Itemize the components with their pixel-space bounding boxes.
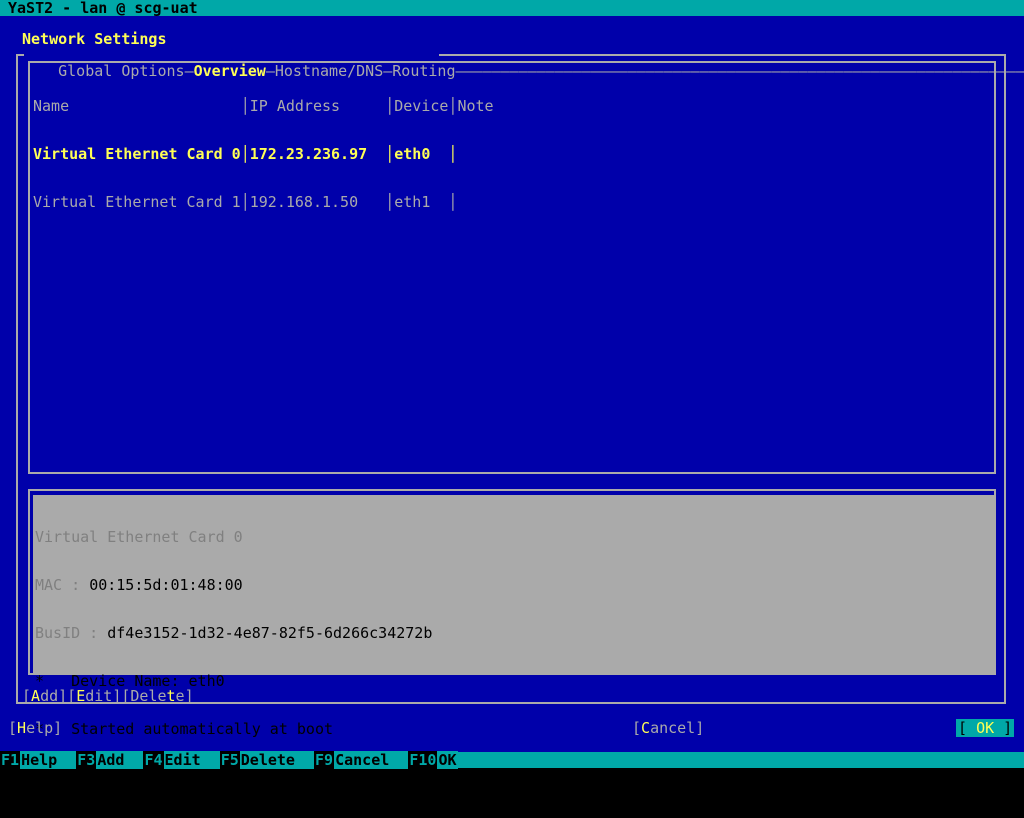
ok-button[interactable]: [ OK ] (956, 719, 1014, 737)
detail-bullet-line: * IP address: 172.23.236.97/20 (35, 769, 432, 785)
bullet-icon: * (35, 768, 44, 786)
help-button-open: [ (8, 719, 17, 737)
fkey-badge-f9[interactable]: F9 (314, 751, 334, 769)
cancel-button-open: [ (632, 719, 641, 737)
add-button[interactable]: [Add] (22, 687, 67, 705)
window-titlebar: YaST2 - lan @ scg-uat (0, 0, 1024, 16)
frame-notch (24, 47, 439, 61)
detail-mac-spacer (80, 576, 89, 594)
interfaces-table[interactable]: Name │IP Address │Device│Note Virtual Et… (28, 61, 996, 474)
fkey-gap (296, 751, 314, 769)
detail-mac-label: MAC : (35, 576, 80, 594)
fkey-gap (58, 751, 76, 769)
delete-button-hotkey: t (167, 687, 176, 705)
fkey-label-edit[interactable]: Edit (164, 751, 202, 769)
detail-busid-spacer (98, 624, 107, 642)
delete-button-label-post: e (176, 687, 185, 705)
detail-bullet-line: * Started automatically at boot (35, 721, 432, 737)
fkey-gap (202, 751, 220, 769)
fkey-label-help[interactable]: Help (20, 751, 58, 769)
table-action-buttons: [Add][Edit][Delete] (22, 688, 194, 704)
ok-button-label: OK (976, 719, 994, 737)
ok-button-open: [ (958, 719, 976, 737)
cancel-button-label: ancel (650, 719, 695, 737)
detail-mac-line: MAC : 00:15:5d:01:48:00 (35, 577, 432, 593)
table-row[interactable]: Virtual Ethernet Card 0│172.23.236.97 │e… (33, 146, 494, 162)
fkey-label-ok[interactable]: OK (437, 751, 457, 769)
add-button-close: ] (58, 687, 67, 705)
fkey-gap (125, 751, 143, 769)
edit-button-label: dit (85, 687, 112, 705)
fkey-badge-f10[interactable]: F10 (408, 751, 437, 769)
detail-panel-top-edge (30, 491, 994, 495)
bullet-spacer (44, 768, 71, 786)
cancel-button[interactable]: [Cancel] (632, 720, 704, 736)
edit-button-hotkey: E (76, 687, 85, 705)
detail-bullet-text: Started automatically at boot (71, 720, 333, 738)
detail-bullet-text: IP address: 172.23.236.97/20 (71, 768, 324, 786)
cancel-button-hotkey: C (641, 719, 650, 737)
detail-device-title-text: Virtual Ethernet Card 0 (35, 528, 243, 546)
fkey-badge-f1[interactable]: F1 (0, 751, 20, 769)
delete-button-close: ] (185, 687, 194, 705)
interface-detail-panel: Virtual Ethernet Card 0 MAC : 00:15:5d:0… (28, 489, 996, 675)
fkey-badge-f5[interactable]: F5 (220, 751, 240, 769)
terminal-screen: YaST2 - lan @ scg-uat Network Settings G… (0, 0, 1024, 768)
fkey-label-add[interactable]: Add (96, 751, 125, 769)
detail-busid-label: BusID : (35, 624, 98, 642)
help-button-close: ] (53, 719, 62, 737)
detail-mac-value: 00:15:5d:01:48:00 (89, 576, 243, 594)
help-button-hotkey: H (17, 719, 26, 737)
detail-panel-left-edge (30, 491, 33, 673)
fkey-label-delete[interactable]: Delete (240, 751, 296, 769)
edit-button-open: [ (67, 687, 76, 705)
page-title: Network Settings (22, 31, 167, 47)
help-button-label: elp (26, 719, 53, 737)
fkey-label-cancel[interactable]: Cancel (334, 751, 390, 769)
ok-button-close: ] (994, 719, 1012, 737)
detail-busid-line: BusID : df4e3152-1d32-4e87-82f5-6d266c34… (35, 625, 432, 641)
add-button-hotkey: A (31, 687, 40, 705)
help-button[interactable]: [Help] (8, 720, 62, 736)
fkey-badge-f4[interactable]: F4 (143, 751, 163, 769)
add-button-label: dd (40, 687, 58, 705)
detail-device-title: Virtual Ethernet Card 0 (35, 529, 432, 545)
delete-button-label-pre: Dele (130, 687, 166, 705)
delete-button[interactable]: [Delete] (121, 687, 193, 705)
detail-busid-value: df4e3152-1d32-4e87-82f5-6d266c34272b (107, 624, 432, 642)
table-header-row: Name │IP Address │Device│Note (33, 98, 494, 114)
function-key-bar: F1Help F3Add F4Edit F5Delete F9Cancel F1… (0, 752, 1024, 768)
fkey-gap (390, 751, 408, 769)
table-row[interactable]: Virtual Ethernet Card 1│192.168.1.50 │et… (33, 194, 494, 210)
edit-button-close: ] (112, 687, 121, 705)
detail-panel-content: Virtual Ethernet Card 0 MAC : 00:15:5d:0… (35, 497, 432, 817)
add-button-open: [ (22, 687, 31, 705)
table-content: Name │IP Address │Device│Note Virtual Et… (33, 66, 494, 242)
fkey-badge-f3[interactable]: F3 (76, 751, 96, 769)
cancel-button-close: ] (695, 719, 704, 737)
edit-button[interactable]: [Edit] (67, 687, 121, 705)
